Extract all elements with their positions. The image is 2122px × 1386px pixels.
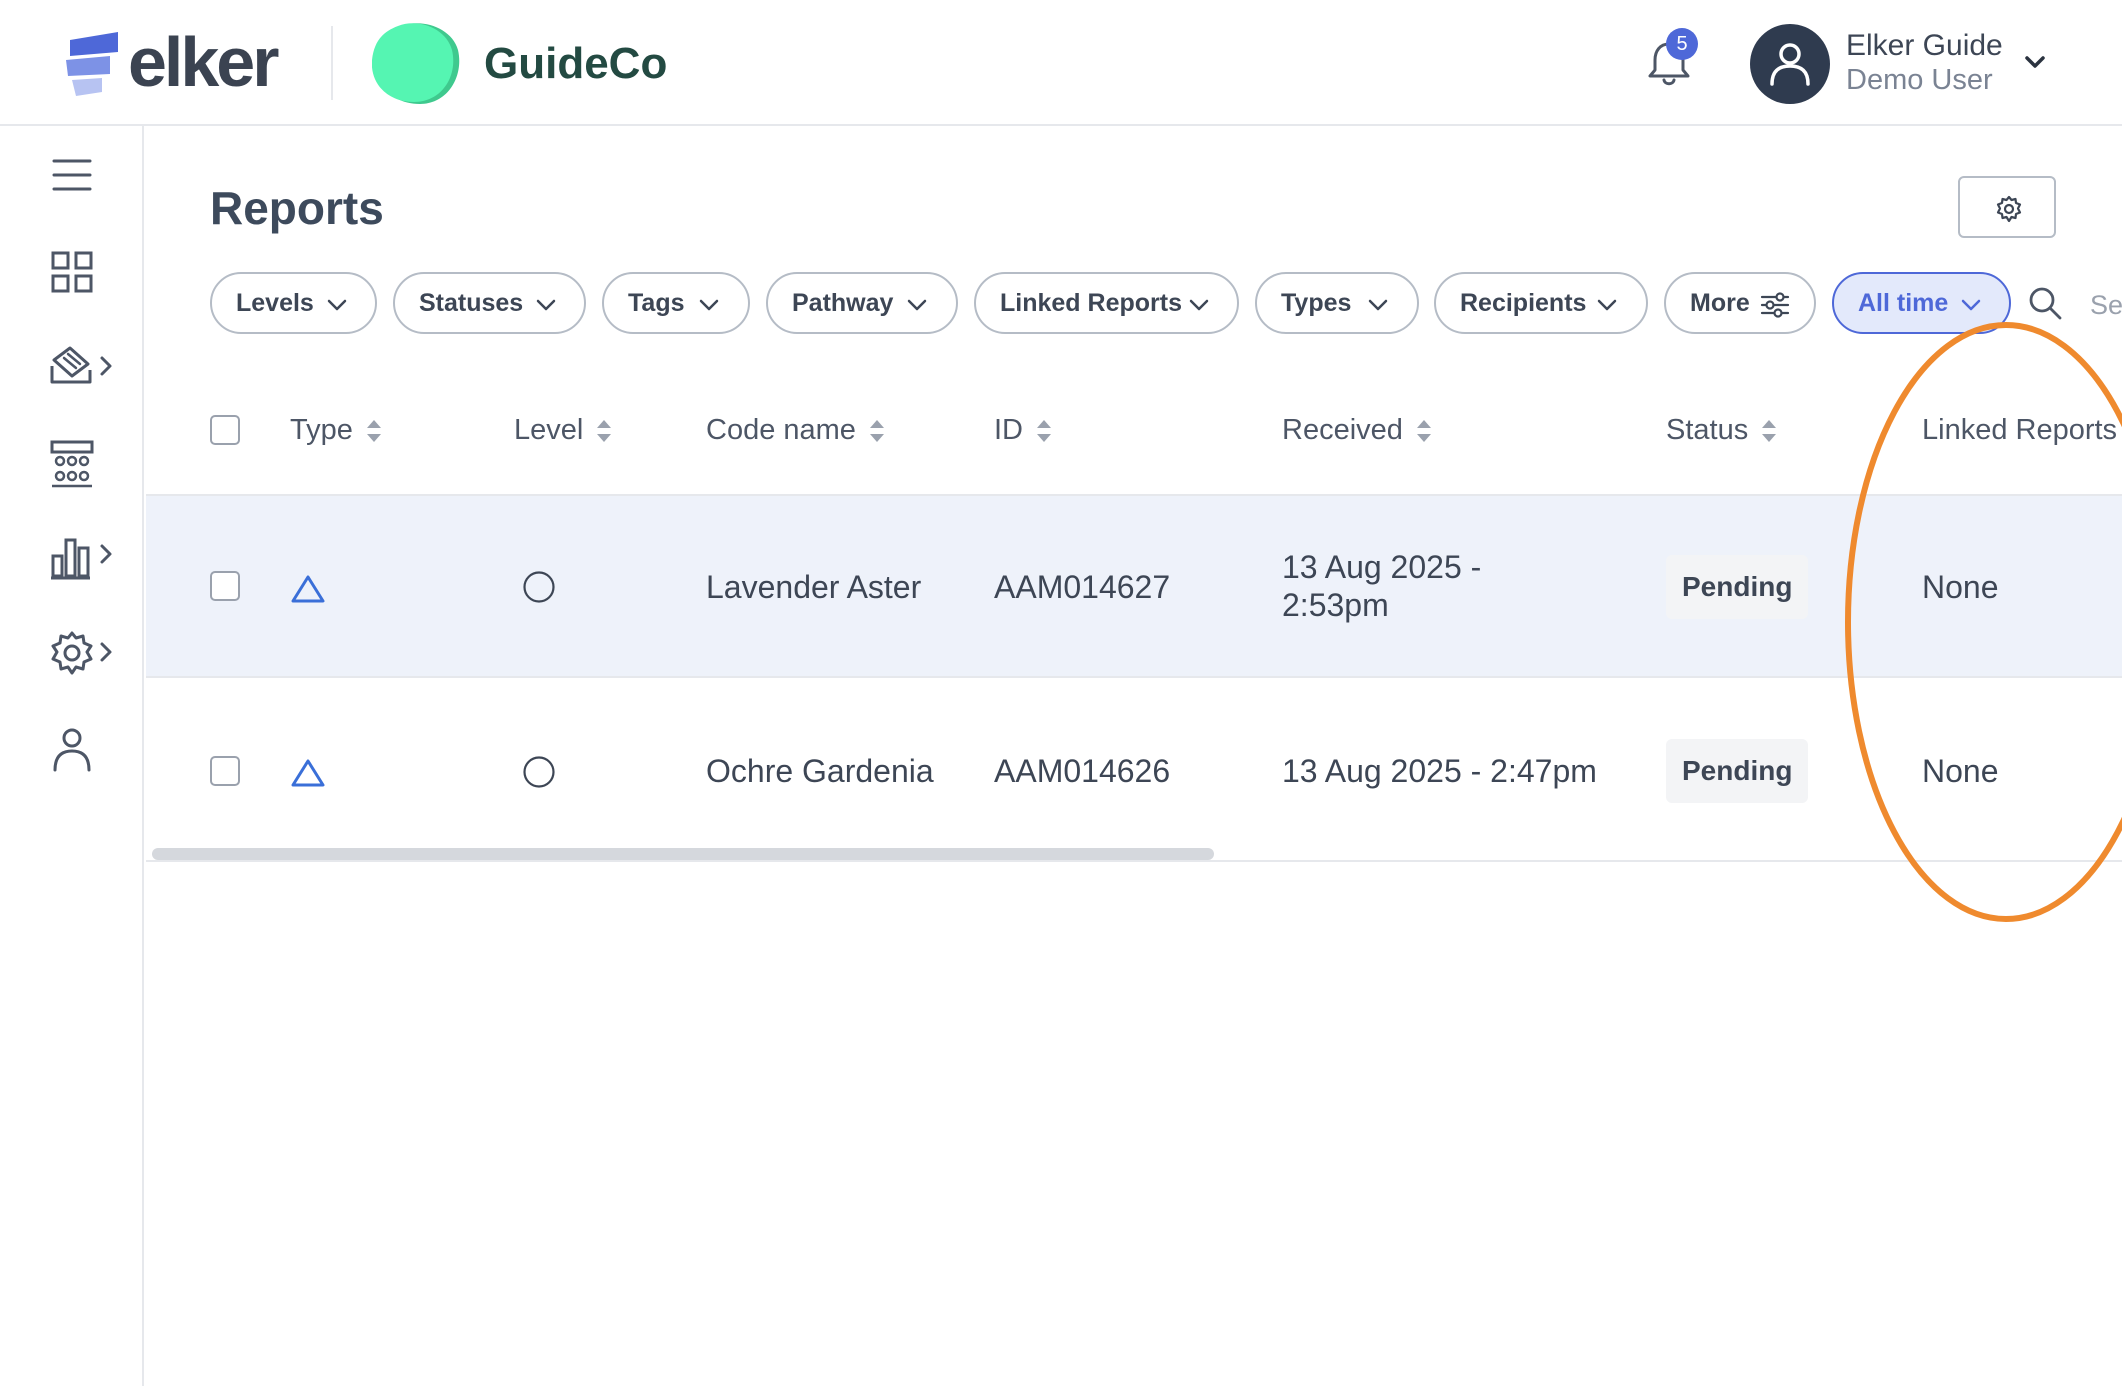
org-logo-icon (372, 23, 460, 104)
user-name: Elker Guide (1846, 29, 2003, 62)
column-header-code-name[interactable]: Code name (706, 400, 886, 460)
settings-gear-icon[interactable] (50, 630, 116, 676)
circle-icon (523, 756, 555, 788)
column-code-name-label: Code name (706, 414, 856, 446)
filter-tags-label: Tags (628, 289, 685, 317)
column-received-label: Received (1282, 414, 1403, 446)
filter-all-time[interactable]: All time (1832, 272, 2011, 334)
chevron-down-icon (1368, 299, 1388, 311)
cell-received: 13 Aug 2025 - 2:53pm (1282, 549, 1482, 623)
chevron-down-icon (1961, 299, 1981, 311)
search-input[interactable] (2090, 280, 2122, 330)
select-all-checkbox[interactable] (210, 415, 240, 445)
chevron-down-icon (1597, 299, 1617, 311)
chevron-down-icon (536, 299, 556, 311)
filter-more[interactable]: More (1664, 272, 1816, 334)
filter-linked-reports[interactable]: Linked Reports (974, 272, 1239, 334)
horizontal-scrollbar[interactable] (152, 848, 1214, 860)
filter-recipients[interactable]: Recipients (1434, 272, 1648, 334)
cell-code-name: Ochre Gardenia (706, 753, 934, 789)
reports-icon[interactable] (48, 344, 116, 390)
sort-icon (1416, 420, 1431, 443)
org-name: GuideCo (484, 39, 668, 88)
profile-icon[interactable] (52, 726, 92, 772)
row-checkbox[interactable] (210, 571, 240, 601)
cell-id: AAM014626 (994, 753, 1171, 789)
chevron-down-icon (699, 299, 719, 311)
brand-name: elker (128, 23, 279, 101)
chevron-down-icon[interactable] (2022, 50, 2048, 74)
status-badge: Pending (1666, 739, 1809, 803)
cell-id: AAM014627 (994, 569, 1171, 605)
filter-pathway[interactable]: Pathway (766, 272, 958, 334)
dashboard-grid-icon[interactable] (50, 250, 94, 294)
filter-recipients-label: Recipients (1460, 289, 1587, 317)
top-bar: elker GuideCo 5 Elker Guide Demo User (0, 0, 2122, 126)
triangle-icon (291, 575, 325, 603)
filter-more-label: More (1690, 289, 1750, 317)
column-level-label: Level (514, 414, 584, 446)
search-icon[interactable] (2028, 286, 2062, 320)
column-header-id[interactable]: ID (994, 400, 1053, 460)
sort-icon (366, 420, 381, 443)
menu-icon[interactable] (52, 158, 92, 192)
cell-linked-reports: None (1922, 753, 1999, 789)
filter-all-time-label: All time (1858, 289, 1949, 317)
triangle-icon (291, 759, 325, 787)
column-linked-reports-label: Linked Reports (1922, 414, 2118, 446)
elker-logo-icon (66, 32, 118, 96)
filter-statuses-label: Statuses (419, 289, 524, 317)
user-avatar[interactable] (1750, 24, 1830, 104)
column-header-type[interactable]: Type (290, 400, 383, 460)
filter-pathway-label: Pathway (792, 289, 894, 317)
chevron-down-icon (907, 299, 927, 311)
filter-statuses[interactable]: Statuses (393, 272, 586, 334)
row-checkbox[interactable] (210, 756, 240, 786)
page-title: Reports (210, 182, 384, 234)
column-header-linked-reports[interactable]: Linked Reports (1922, 400, 2117, 460)
chevron-down-icon (1189, 299, 1209, 311)
filter-types-label: Types (1281, 289, 1352, 317)
chevron-down-icon (327, 299, 347, 311)
sort-icon (869, 420, 884, 443)
gear-icon (1996, 195, 2022, 223)
team-icon[interactable] (48, 438, 96, 488)
column-type-label: Type (290, 414, 353, 446)
sliders-icon (1760, 292, 1790, 318)
analytics-bar-icon[interactable] (50, 534, 116, 580)
sidebar (0, 126, 144, 1386)
circle-icon (523, 571, 555, 603)
filter-types[interactable]: Types (1255, 272, 1419, 334)
filter-linked-reports-label: Linked Reports (1000, 289, 1182, 317)
sort-icon (1037, 420, 1051, 443)
cell-code-name: Lavender Aster (706, 569, 922, 605)
filter-levels-label: Levels (236, 289, 314, 317)
column-header-status[interactable]: Status (1666, 400, 1778, 460)
table-settings-button[interactable] (1958, 176, 2056, 238)
column-status-label: Status (1666, 414, 1749, 446)
sort-icon (597, 420, 612, 443)
column-id-label: ID (994, 414, 1023, 446)
column-header-received[interactable]: Received (1282, 400, 1433, 460)
user-avatar-icon (1770, 43, 1810, 86)
cell-received: 13 Aug 2025 - 2:47pm (1282, 753, 1597, 789)
user-role: Demo User (1846, 64, 1993, 96)
notification-badge: 5 (1666, 28, 1698, 60)
brand-divider (331, 26, 333, 100)
status-badge: Pending (1666, 555, 1809, 619)
sort-icon (1762, 420, 1777, 443)
column-header-level[interactable]: Level (514, 400, 613, 460)
filter-tags[interactable]: Tags (602, 272, 750, 334)
filter-levels[interactable]: Levels (210, 272, 377, 334)
cell-linked-reports: None (1922, 569, 1999, 605)
